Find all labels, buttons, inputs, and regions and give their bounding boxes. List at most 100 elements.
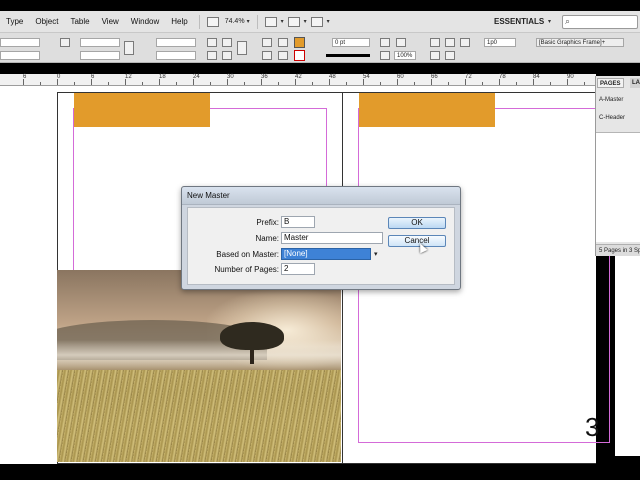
menu-object[interactable]: Object [29, 17, 64, 26]
view-options-icon[interactable] [264, 16, 277, 27]
x-field[interactable] [0, 38, 40, 47]
ruler-tick [40, 82, 41, 85]
fill-proportional-icon[interactable] [460, 38, 470, 47]
ruler-tick [193, 79, 194, 85]
fill-swatch[interactable] [294, 37, 305, 48]
ruler-tick [414, 82, 415, 85]
ruler-tick [550, 82, 551, 85]
right-pasteboard [615, 256, 640, 456]
fit-frame-icon[interactable] [445, 38, 455, 47]
select-previous-icon[interactable] [278, 38, 288, 47]
master-a[interactable]: A-Master [599, 97, 623, 103]
rotate-icon[interactable] [207, 38, 217, 47]
width-field[interactable] [80, 38, 120, 47]
ruler-tick [312, 82, 313, 85]
zoom-caret-icon[interactable]: ▾ [247, 18, 250, 25]
menu-separator [256, 14, 258, 29]
ruler-label: 42 [295, 74, 302, 80]
pages-input[interactable]: 2 [281, 263, 315, 275]
tree-canopy [220, 322, 284, 350]
select-content-icon[interactable] [262, 51, 272, 60]
left-header-block[interactable] [74, 93, 210, 127]
menu-table[interactable]: Table [64, 17, 95, 26]
zoom-level[interactable]: 74.4% [225, 18, 245, 25]
object-style-select[interactable]: [Basic Graphics Frame]+ [536, 38, 624, 47]
ruler-tick [329, 79, 330, 85]
ruler-tick [380, 82, 381, 85]
ok-button[interactable]: OK [388, 217, 446, 229]
ruler-tick [108, 82, 109, 85]
ruler-label: 66 [431, 74, 438, 80]
text-wrap-offset-field[interactable]: 1p0 [484, 38, 516, 47]
drop-shadow-icon[interactable] [396, 38, 406, 47]
ruler-tick [397, 79, 398, 85]
bridge-icon[interactable] [206, 16, 219, 27]
ruler-label: 24 [193, 74, 200, 80]
center-content-icon[interactable] [430, 51, 440, 60]
search-icon: ⌕ [565, 16, 571, 26]
arrange-documents-icon[interactable] [310, 16, 323, 27]
pages-panel: PAGES LA A-Master C-Header 5 Pages in 3 … [595, 76, 640, 256]
ruler-tick [125, 79, 126, 85]
ruler-label: 12 [125, 74, 132, 80]
flip-icon[interactable] [222, 51, 232, 60]
right-header-block[interactable] [359, 93, 495, 127]
ruler-tick [482, 82, 483, 85]
scale-x-field[interactable] [156, 38, 196, 47]
view-options-caret-icon[interactable]: ▾ [281, 18, 284, 25]
y-field[interactable] [0, 51, 40, 60]
menu-view[interactable]: View [96, 17, 125, 26]
pages-list[interactable] [596, 132, 640, 242]
workspace-caret-icon[interactable]: ▾ [548, 18, 551, 25]
tab-layers[interactable]: LA [630, 78, 640, 88]
ruler-label: 60 [397, 74, 404, 80]
ruler-tick [431, 79, 432, 85]
stroke-type-line[interactable] [326, 54, 370, 57]
ruler-tick [567, 79, 568, 85]
ruler-label: 78 [499, 74, 506, 80]
constrain-proportions-icon[interactable] [124, 41, 134, 55]
grass-field [57, 370, 341, 462]
select-next-icon[interactable] [278, 51, 288, 60]
ruler-tick [295, 79, 296, 85]
ruler-label: 48 [329, 74, 336, 80]
scale-y-field[interactable] [156, 51, 196, 60]
screen-mode-caret-icon[interactable]: ▾ [304, 18, 307, 25]
stroke-swatch[interactable] [294, 50, 305, 61]
ruler-tick [584, 82, 585, 85]
screen-mode-icon[interactable] [287, 16, 300, 27]
select-container-icon[interactable] [262, 38, 272, 47]
fit-content-icon[interactable] [430, 38, 440, 47]
menu-group: Type Object Table View Window Help [0, 11, 194, 32]
name-input[interactable]: Master [281, 232, 383, 244]
dialog-titlebar[interactable]: New Master [182, 187, 460, 205]
rotate-cw-icon[interactable] [207, 51, 217, 60]
master-c[interactable]: C-Header [599, 115, 625, 121]
workspace-switcher[interactable]: ESSENTIALS [494, 17, 544, 26]
menu-window[interactable]: Window [125, 17, 165, 26]
height-field[interactable] [80, 51, 120, 60]
search-input[interactable]: ⌕ [562, 15, 638, 29]
corner-options-icon[interactable] [380, 38, 390, 47]
opacity-field[interactable]: 100% [394, 51, 416, 60]
text-wrap-icon[interactable] [445, 51, 455, 60]
ruler-label: 30 [227, 74, 234, 80]
shear-icon[interactable] [222, 38, 232, 47]
mist [57, 340, 341, 370]
pages-status: 5 Pages in 3 Sp [596, 244, 640, 256]
menu-type[interactable]: Type [0, 17, 29, 26]
prefix-input[interactable]: B [281, 216, 315, 228]
ruler-tick [57, 79, 58, 85]
stroke-weight-field[interactable]: 0 pt [332, 38, 370, 47]
opacity-icon[interactable] [380, 51, 390, 60]
based-on-caret-icon[interactable]: ▾ [374, 250, 378, 258]
arrange-documents-caret-icon[interactable]: ▾ [327, 18, 330, 25]
menu-help[interactable]: Help [165, 17, 193, 26]
ruler-label: 84 [533, 74, 540, 80]
tab-pages[interactable]: PAGES [597, 78, 624, 88]
menu-separator [198, 14, 200, 29]
landscape-photo[interactable] [57, 270, 341, 462]
text-frame-icon[interactable] [237, 41, 247, 55]
based-on-select[interactable]: [None] [281, 248, 371, 260]
link-icon[interactable] [60, 38, 70, 47]
